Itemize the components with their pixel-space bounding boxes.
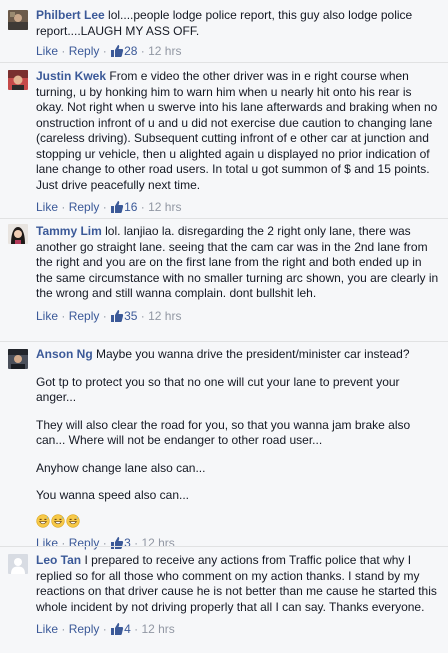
divider <box>0 218 448 219</box>
grinning-sweat-emoji-icon <box>36 514 50 528</box>
comment-paragraph: They will also clear the road for you, s… <box>36 417 411 448</box>
comment-text: Maybe you wanna drive the president/mini… <box>96 347 410 361</box>
comment-timestamp[interactable]: 12 hrs <box>141 622 174 636</box>
like-link[interactable]: Like <box>36 536 58 550</box>
comment-text: I prepared to receive any actions from T… <box>36 553 437 614</box>
grinning-sweat-emoji-icon <box>66 514 80 528</box>
comment-actions: Like · Reply · 35 · 12 hrs <box>36 308 182 323</box>
like-link[interactable]: Like <box>36 309 58 323</box>
reply-link[interactable]: Reply <box>69 536 100 550</box>
reply-link[interactable]: Reply <box>69 200 100 214</box>
thumbs-up-icon <box>110 200 124 214</box>
reply-link[interactable]: Reply <box>69 44 100 58</box>
thumbs-up-icon <box>110 44 124 58</box>
avatar[interactable] <box>8 70 28 90</box>
comment-timestamp[interactable]: 12 hrs <box>141 536 174 550</box>
reply-link[interactable]: Reply <box>69 309 100 323</box>
comment-timestamp[interactable]: 12 hrs <box>148 44 181 58</box>
thumbs-up-icon <box>110 536 124 550</box>
thumbs-up-icon <box>110 309 124 323</box>
comment-timestamp[interactable]: 12 hrs <box>148 200 181 214</box>
grinning-sweat-emoji-icon <box>51 514 65 528</box>
divider <box>0 546 448 547</box>
comment-paragraph: Anyhow change lane also can... <box>36 460 206 475</box>
commenter-name[interactable]: Tammy Lim <box>36 224 102 238</box>
commenter-name[interactable]: Leo Tan <box>36 553 81 567</box>
like-count[interactable]: 4 <box>124 622 131 636</box>
divider <box>0 341 448 342</box>
comment-actions: Like · Reply · 3 · 12 hrs <box>36 536 175 550</box>
comment-anson-ng: Anson Ng Maybe you wanna drive the presi… <box>0 347 448 550</box>
emoji-row <box>36 514 81 530</box>
comment-philbert-lee: Philbert Lee lol....people lodge police … <box>0 8 448 60</box>
like-link[interactable]: Like <box>36 200 58 214</box>
comment-actions: Like · Reply · 4 · 12 hrs <box>36 622 175 636</box>
reply-link[interactable]: Reply <box>69 622 100 636</box>
comment-leo-tan: Leo Tan I prepared to receive any action… <box>0 553 448 653</box>
commenter-name[interactable]: Anson Ng <box>36 347 93 361</box>
thumbs-up-icon <box>110 622 124 636</box>
like-count[interactable]: 28 <box>124 44 137 58</box>
commenter-name[interactable]: Justin Kwek <box>36 69 106 83</box>
avatar[interactable] <box>8 554 28 574</box>
like-link[interactable]: Like <box>36 44 58 58</box>
comment-tammy-lim: Tammy Lim lol. lanjiao la. disregarding … <box>0 224 448 342</box>
divider <box>0 62 448 63</box>
comment-justin-kwek: Justin Kwek From e video the other drive… <box>0 69 448 215</box>
avatar[interactable] <box>8 349 28 369</box>
comment-list: Philbert Lee lol....people lodge police … <box>0 0 448 653</box>
comment-paragraph: Got tp to protect you so that no one wil… <box>36 374 400 405</box>
like-count[interactable]: 16 <box>124 200 137 214</box>
avatar[interactable] <box>8 224 28 244</box>
like-link[interactable]: Like <box>36 622 58 636</box>
like-count[interactable]: 3 <box>124 536 131 550</box>
commenter-name[interactable]: Philbert Lee <box>36 8 105 22</box>
avatar[interactable] <box>8 10 28 30</box>
comment-timestamp[interactable]: 12 hrs <box>148 309 181 323</box>
like-count[interactable]: 35 <box>124 309 137 323</box>
comment-actions: Like · Reply · 16 · 12 hrs <box>36 200 182 214</box>
comment-text: From e video the other driver was in e r… <box>36 69 438 192</box>
comment-paragraph: You wanna speed also can... <box>36 488 190 502</box>
comment-actions: Like · Reply · 28 · 12 hrs <box>36 44 182 58</box>
